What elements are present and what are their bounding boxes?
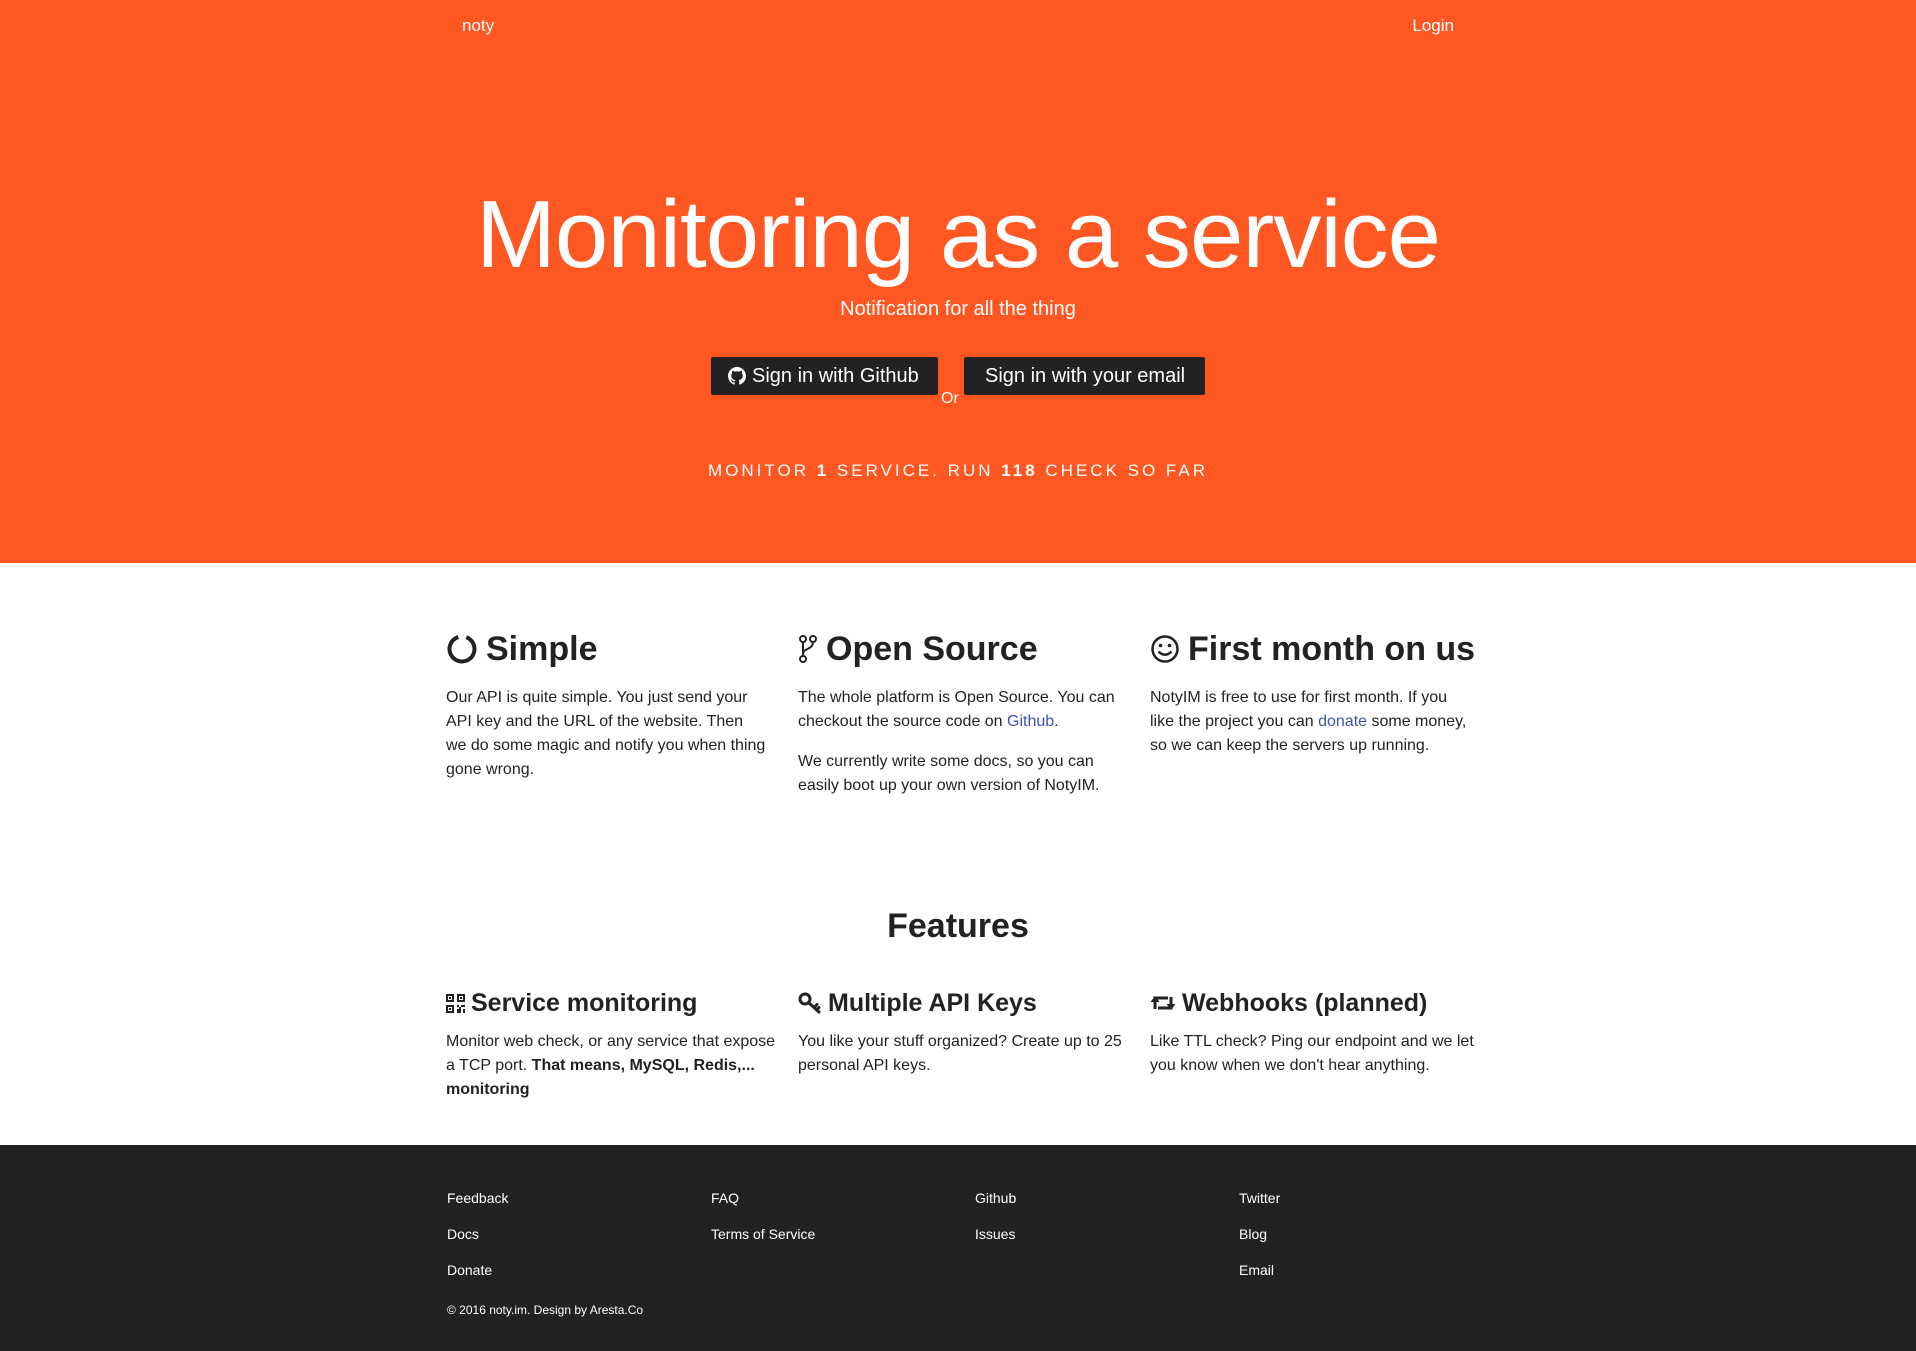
copyright: © 2016 noty.im. Design by Aresta.Co (447, 1303, 644, 1317)
feature-webhooks-heading: Webhooks (planned) (1150, 988, 1480, 1018)
intro-open-source-text-before: The whole platform is Open Source. You c… (798, 689, 1115, 730)
features-title: Features (887, 907, 1029, 945)
feature-api-keys-text: You like your stuff organized? Create up… (798, 1033, 1122, 1074)
email-signin-button[interactable]: Sign in with your email (964, 357, 1205, 395)
intro-open-source: Open Source The whole platform is Open S… (798, 628, 1118, 798)
stats-checks-count: 118 (1001, 461, 1038, 480)
feature-webhooks-text: Like TTL check? Ping our endpoint and we… (1150, 1033, 1474, 1074)
feature-webhooks-title: Webhooks (planned) (1182, 988, 1428, 1017)
intro-simple: Simple Our API is quite simple. You just… (446, 628, 766, 782)
footer-donate-link[interactable]: Donate (447, 1260, 508, 1296)
stats-prefix: MONITOR (708, 461, 817, 480)
intro-first-month-title: First month on us (1188, 629, 1476, 668)
footer-col-3: Github Issues (975, 1188, 1016, 1260)
stats-mid: SERVICE. RUN (829, 461, 1002, 480)
intro-first-month-text: NotyIM is free to use for first month. I… (1150, 686, 1470, 758)
donate-link[interactable]: donate (1318, 713, 1367, 730)
feature-service-monitoring-title: Service monitoring (471, 988, 698, 1017)
github-source-link[interactable]: Github (1007, 713, 1054, 730)
footer-col-4: Twitter Blog Email (1239, 1188, 1280, 1296)
footer-col-1: Feedback Docs Donate (447, 1188, 508, 1296)
feature-api-keys-heading: Multiple API Keys (798, 988, 1128, 1018)
smile-icon (1150, 634, 1180, 664)
intro-open-source-title: Open Source (826, 629, 1038, 668)
footer-twitter-link[interactable]: Twitter (1239, 1188, 1280, 1224)
key-icon (798, 992, 822, 1014)
qrcode-icon (446, 993, 465, 1013)
footer-col-2: FAQ Terms of Service (711, 1188, 815, 1260)
intro-open-source-heading: Open Source (798, 628, 1118, 670)
intro-open-source-text-after: . (1054, 713, 1059, 730)
login-link[interactable]: Login (1412, 16, 1454, 36)
intro-first-month: First month on us NotyIM is free to use … (1150, 628, 1475, 758)
intro-simple-text: Our API is quite simple. You just send y… (446, 689, 766, 778)
footer-docs-link[interactable]: Docs (447, 1224, 508, 1260)
github-signin-label: Sign in with Github (752, 365, 919, 387)
stats-services-count: 1 (816, 461, 830, 480)
footer-github-link[interactable]: Github (975, 1188, 1016, 1224)
intro-simple-title: Simple (486, 629, 598, 668)
github-signin-button[interactable]: Sign in with Github (711, 357, 938, 395)
footer-email-link[interactable]: Email (1239, 1260, 1280, 1296)
feature-service-monitoring-text: Monitor web check, or any service that e… (446, 1030, 776, 1102)
footer-feedback-link[interactable]: Feedback (447, 1188, 508, 1224)
retweet-icon (1150, 993, 1176, 1013)
brand-link[interactable]: noty (462, 16, 494, 36)
feature-service-monitoring-heading: Service monitoring (446, 988, 776, 1018)
or-label: Or (941, 390, 959, 407)
footer-terms-link[interactable]: Terms of Service (711, 1224, 815, 1260)
intro-simple-heading: Simple (446, 628, 766, 670)
github-icon (728, 367, 752, 385)
feature-api-keys: Multiple API Keys You like your stuff or… (798, 988, 1128, 1078)
stats-suffix: CHECK SO FAR (1037, 461, 1208, 480)
code-fork-icon (798, 634, 818, 664)
hero-title: Monitoring as a service (475, 181, 1441, 288)
intro-first-month-heading: First month on us (1150, 628, 1475, 670)
top-nav: noty Login (462, 16, 1454, 38)
hero: noty Login Monitoring as a service Notif… (0, 0, 1916, 563)
feature-api-keys-title: Multiple API Keys (828, 988, 1037, 1017)
stats-line: MONITOR 1 SERVICE. RUN 118 CHECK SO FAR (0, 461, 1916, 481)
footer: Feedback Docs Donate FAQ Terms of Servic… (0, 1145, 1916, 1351)
footer-faq-link[interactable]: FAQ (711, 1188, 815, 1224)
footer-issues-link[interactable]: Issues (975, 1224, 1016, 1260)
footer-blog-link[interactable]: Blog (1239, 1224, 1280, 1260)
feature-service-monitoring: Service monitoring Monitor web check, or… (446, 988, 776, 1102)
feature-webhooks: Webhooks (planned) Like TTL check? Ping … (1150, 988, 1480, 1078)
intro-open-source-text: The whole platform is Open Source. You c… (798, 686, 1118, 734)
intro-open-source-docs-text: We currently write some docs, so you can… (798, 753, 1100, 794)
hero-subtitle: Notification for all the thing (840, 298, 1076, 320)
circle-notch-icon (446, 633, 478, 665)
